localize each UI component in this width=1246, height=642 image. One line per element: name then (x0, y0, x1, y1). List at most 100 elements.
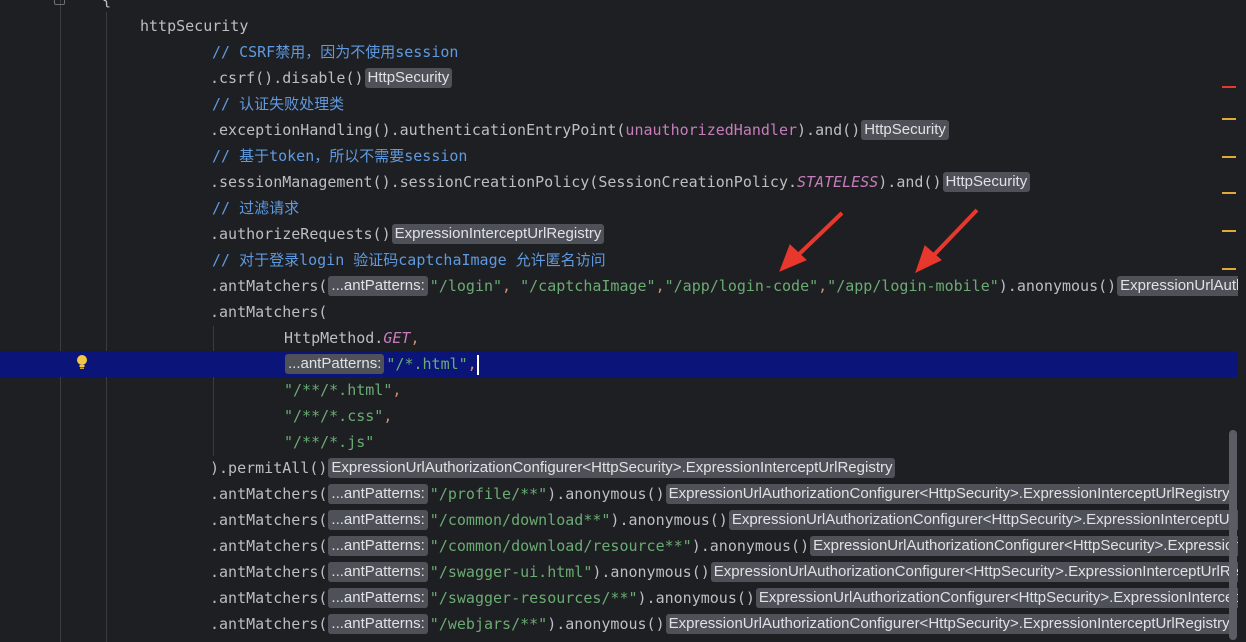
code-text: .antMatchers( (210, 589, 328, 607)
comma: , (392, 381, 402, 399)
code-line[interactable]: 95 .exceptionHandling().authenticationEn… (0, 117, 1238, 143)
code-text: ).anonymous() (691, 537, 810, 555)
type-hint: HttpSecurity (861, 119, 949, 140)
code-line[interactable]: 05 "/**/*.html", (0, 377, 1238, 403)
code-line[interactable]: 99 .authorizeRequests()ExpressionInterce… (0, 221, 1238, 247)
code-line[interactable]: 91 httpSecurity (0, 13, 1238, 39)
code-line[interactable]: 94 // 认证失败处理类 (0, 91, 1238, 117)
code-line[interactable]: 98 // 过滤请求 (0, 195, 1238, 221)
string-literal: "/app/login-code" (664, 277, 819, 295)
lightbulb-icon[interactable] (76, 354, 88, 370)
code-text: .authorizeRequests() (210, 225, 391, 243)
code-text: ).anonymous() (592, 563, 710, 581)
type-hint: ExpressionUrlAuthorizationConfigurer<Htt… (665, 613, 1233, 634)
code-text: .exceptionHandling().authenticationEntry… (210, 121, 626, 139)
code-text: ).anonymous() (637, 589, 755, 607)
code-line[interactable]: 11 .antMatchers(...antPatterns:"/common/… (0, 533, 1238, 559)
code-text: ).anonymous() (547, 485, 665, 503)
code-line[interactable]: 97 .sessionManagement().sessionCreationP… (0, 169, 1238, 195)
string-literal: "/common/download**" (429, 511, 611, 529)
comma: , (383, 407, 393, 425)
comma: , (467, 355, 477, 373)
static-field: STATELESS (797, 173, 879, 191)
type-hint: ExpressionUrlAuthorizationConfigurer<Htt… (1117, 275, 1238, 296)
param-hint: ...antPatterns: (285, 353, 385, 374)
static-field: GET (383, 329, 411, 347)
string-literal: "/**/*.css" (284, 407, 384, 425)
warning-mark[interactable] (1222, 230, 1236, 232)
code-comment: // 基于token，所以不需要session (212, 147, 468, 165)
string-literal: "/login" (429, 277, 503, 295)
string-literal: "/**/*.js" (284, 433, 375, 451)
code-comment: // 过滤请求 (212, 199, 300, 217)
code-text: ).and() (878, 173, 942, 191)
type-hint: ExpressionUrlAuthorizationConfigurer<Htt… (810, 535, 1238, 556)
code-text: .antMatchers( (210, 563, 328, 581)
warning-mark[interactable] (1222, 118, 1236, 120)
comma: , (502, 277, 521, 295)
code-line[interactable]: 09 .antMatchers(...antPatterns:"/profile… (0, 481, 1238, 507)
comma: , (818, 277, 828, 295)
code-text: ).anonymous() (610, 511, 728, 529)
code-line[interactable]: 92 // CSRF禁用，因为不使用session (0, 39, 1238, 65)
param-hint: ...antPatterns: (328, 275, 428, 296)
code-editor[interactable]: − 90 { 91 httpSecurity 92 // CSRF禁用，因为不使… (0, 0, 1246, 642)
code-line[interactable]: 06 "/**/*.css", (0, 403, 1238, 429)
code-line[interactable]: 93 .csrf().disable()HttpSecurity (0, 65, 1238, 91)
code-comment: // 对于登录login 验证码captchaImage 允许匿名访问 (212, 251, 606, 269)
code-line[interactable]: 13 .antMatchers(...antPatterns:"/swagger… (0, 585, 1238, 611)
text-caret (476, 354, 479, 375)
warning-mark[interactable] (1222, 192, 1236, 194)
code-text: HttpMethod. (284, 329, 384, 347)
code-text: .sessionManagement().sessionCreationPoli… (210, 173, 797, 191)
code-text: ).anonymous() (998, 277, 1117, 295)
code-line[interactable]: 90 { (0, 0, 1238, 13)
code-line[interactable]: 10 .antMatchers(...antPatterns:"/common/… (0, 507, 1238, 533)
code-line[interactable]: 08 ).permitAll()ExpressionUrlAuthorizati… (0, 455, 1238, 481)
code-line[interactable]: 12 .antMatchers(...antPatterns:"/swagger… (0, 559, 1238, 585)
code-text: { (102, 0, 112, 9)
code-line[interactable]: 03 HttpMethod.GET, (0, 325, 1238, 351)
vertical-scrollbar-thumb[interactable] (1229, 430, 1237, 640)
code-text: .antMatchers( (210, 277, 328, 295)
type-hint: ExpressionUrlAuthorizationConfigurer<Htt… (328, 457, 896, 478)
code-text: .csrf().disable() (210, 69, 364, 87)
type-hint: HttpSecurity (364, 67, 453, 88)
string-literal: "/common/download/resource**" (429, 537, 692, 555)
type-hint: HttpSecurity (942, 171, 1031, 192)
type-hint: ExpressionUrlAuthorizationConfigurer<Htt… (728, 509, 1238, 530)
string-literal: "/profile/**" (429, 485, 548, 503)
code-text: .antMatchers( (210, 511, 328, 529)
code-text: .antMatchers( (210, 485, 328, 503)
code-line[interactable]: 02 .antMatchers( (0, 299, 1238, 325)
code-text: ).permitAll() (210, 459, 328, 477)
code-text: ).and() (797, 121, 861, 139)
param-hint: ...antPatterns: (328, 561, 428, 582)
field-ref: unauthorizedHandler (625, 121, 798, 139)
string-literal: "/swagger-ui.html" (429, 563, 593, 581)
code-line[interactable]: 00 // 对于登录login 验证码captchaImage 允许匿名访问 (0, 247, 1238, 273)
string-literal: "/app/login-mobile" (827, 277, 999, 295)
code-text: ).anonymous() (547, 615, 665, 633)
code-text: httpSecurity (140, 17, 249, 35)
type-hint: ExpressionUrlAuthorizationConfigurer<Htt… (710, 561, 1238, 582)
code-line[interactable]: 14 .antMatchers(...antPatterns:"/webjars… (0, 611, 1238, 637)
code-line[interactable]: 96 // 基于token，所以不需要session (0, 143, 1238, 169)
string-literal: "/webjars/**" (429, 615, 548, 633)
type-hint: ExpressionInterceptUrlRegistry (391, 223, 605, 244)
code-line[interactable]: 07 "/**/*.js" (0, 429, 1238, 455)
code-text: .antMatchers( (210, 537, 328, 555)
param-hint: ...antPatterns: (328, 483, 428, 504)
code-comment: // 认证失败处理类 (212, 95, 345, 113)
string-literal: "/captchaImage" (520, 277, 656, 295)
warning-mark[interactable] (1222, 156, 1236, 158)
param-hint: ...antPatterns: (328, 613, 428, 634)
type-hint: ExpressionUrlAuthorizationConfigurer<Htt… (755, 587, 1238, 608)
string-literal: "/swagger-resources/**" (429, 589, 638, 607)
string-literal: "/*.html" (386, 355, 468, 373)
error-mark[interactable] (1222, 86, 1236, 88)
current-line[interactable]: 04 ...antPatterns:"/*.html", (0, 351, 1238, 377)
code-line[interactable]: 01 .antMatchers(...antPatterns:"/login",… (0, 273, 1238, 299)
code-comment: // CSRF禁用，因为不使用session (212, 43, 459, 61)
warning-mark[interactable] (1222, 268, 1236, 270)
